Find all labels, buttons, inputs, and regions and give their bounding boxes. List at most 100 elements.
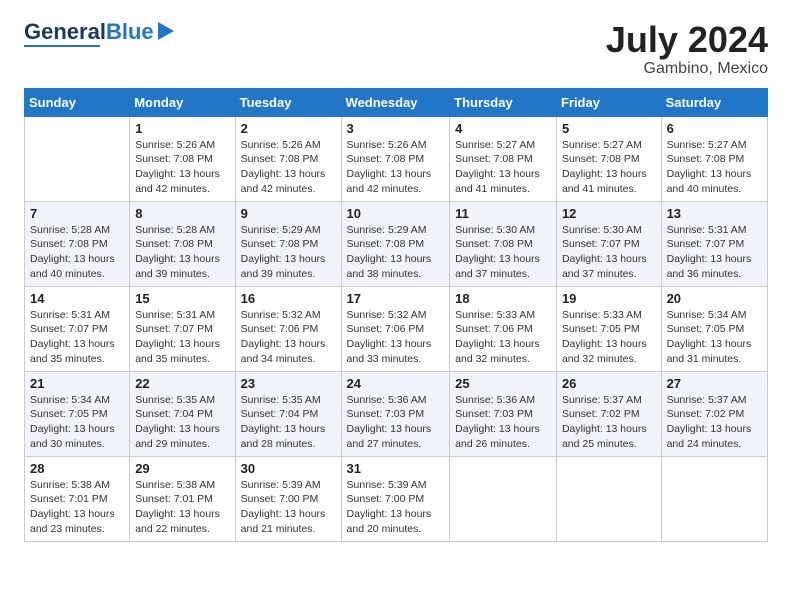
day-info: Sunrise: 5:30 AMSunset: 7:07 PMDaylight:…	[562, 223, 656, 282]
table-row: 6Sunrise: 5:27 AMSunset: 7:08 PMDaylight…	[661, 116, 767, 201]
logo: GeneralBlue	[24, 20, 174, 47]
header-monday: Monday	[130, 88, 235, 116]
day-number: 5	[562, 121, 656, 136]
day-info: Sunrise: 5:32 AMSunset: 7:06 PMDaylight:…	[347, 308, 445, 367]
table-row: 7 Sunrise: 5:28 AMSunset: 7:08 PMDaylight…	[25, 201, 130, 286]
day-number: 22	[135, 376, 229, 391]
table-row: 8Sunrise: 5:28 AMSunset: 7:08 PMDaylight…	[130, 201, 235, 286]
calendar-week-row: 28Sunrise: 5:38 AMSunset: 7:01 PMDayligh…	[25, 456, 768, 541]
table-row	[450, 456, 557, 541]
table-row: 9 Sunrise: 5:29 AMSunset: 7:08 PMDaylight…	[235, 201, 341, 286]
day-info: Sunrise: 5:26 AMSunset: 7:08 PMDaylight:…	[347, 138, 445, 197]
table-row: 18 Sunrise: 5:33 AMSunset: 7:06 PMDayligh…	[450, 286, 557, 371]
day-info: Sunrise: 5:34 AMSunset: 7:05 PMDaylight:…	[30, 393, 124, 452]
table-row: 14 Sunrise: 5:31 AMSunset: 7:07 PMDayligh…	[25, 286, 130, 371]
logo-underline	[24, 45, 100, 47]
calendar-week-row: 21 Sunrise: 5:34 AMSunset: 7:05 PMDayligh…	[25, 371, 768, 456]
table-row: 3 Sunrise: 5:26 AMSunset: 7:08 PMDaylight…	[341, 116, 450, 201]
day-number: 13	[667, 206, 762, 221]
calendar-table: Sunday Monday Tuesday Wednesday Thursday…	[24, 88, 768, 542]
table-row: 31 Sunrise: 5:39 AMSunset: 7:00 PMDayligh…	[341, 456, 450, 541]
day-info: Sunrise: 5:35 AMSunset: 7:04 PMDaylight:…	[241, 393, 336, 452]
calendar-week-row: 14 Sunrise: 5:31 AMSunset: 7:07 PMDayligh…	[25, 286, 768, 371]
table-row: 5Sunrise: 5:27 AMSunset: 7:08 PMDaylight…	[556, 116, 661, 201]
day-number: 25	[455, 376, 551, 391]
header-tuesday: Tuesday	[235, 88, 341, 116]
day-number: 11	[455, 206, 551, 221]
table-row: 26 Sunrise: 5:37 AMSunset: 7:02 PMDayligh…	[556, 371, 661, 456]
day-number: 14	[30, 291, 124, 306]
table-row: 29Sunrise: 5:38 AMSunset: 7:01 PMDayligh…	[130, 456, 235, 541]
day-number: 18	[455, 291, 551, 306]
day-number: 15	[135, 291, 229, 306]
table-row: 16 Sunrise: 5:32 AMSunset: 7:06 PMDayligh…	[235, 286, 341, 371]
table-row: 27 Sunrise: 5:37 AMSunset: 7:02 PMDayligh…	[661, 371, 767, 456]
day-info: Sunrise: 5:39 AMSunset: 7:00 PMDaylight:…	[241, 478, 336, 537]
table-row: 21 Sunrise: 5:34 AMSunset: 7:05 PMDayligh…	[25, 371, 130, 456]
table-row: 22Sunrise: 5:35 AMSunset: 7:04 PMDayligh…	[130, 371, 235, 456]
day-info: Sunrise: 5:39 AMSunset: 7:00 PMDaylight:…	[347, 478, 445, 537]
header-saturday: Saturday	[661, 88, 767, 116]
logo-arrow-icon	[158, 22, 174, 40]
day-number: 20	[667, 291, 762, 306]
table-row	[661, 456, 767, 541]
calendar-week-row: 7 Sunrise: 5:28 AMSunset: 7:08 PMDaylight…	[25, 201, 768, 286]
header-sunday: Sunday	[25, 88, 130, 116]
day-number: 1	[135, 121, 229, 136]
table-row: 25 Sunrise: 5:36 AMSunset: 7:03 PMDayligh…	[450, 371, 557, 456]
day-info: Sunrise: 5:37 AMSunset: 7:02 PMDaylight:…	[667, 393, 762, 452]
day-info: Sunrise: 5:36 AMSunset: 7:03 PMDaylight:…	[347, 393, 445, 452]
table-row	[25, 116, 130, 201]
day-info: Sunrise: 5:31 AMSunset: 7:07 PMDaylight:…	[30, 308, 124, 367]
day-number: 12	[562, 206, 656, 221]
day-number: 26	[562, 376, 656, 391]
day-number: 4	[455, 121, 551, 136]
day-number: 2	[241, 121, 336, 136]
day-info: Sunrise: 5:30 AMSunset: 7:08 PMDaylight:…	[455, 223, 551, 282]
day-info: Sunrise: 5:27 AMSunset: 7:08 PMDaylight:…	[455, 138, 551, 197]
day-number: 7	[30, 206, 124, 221]
day-info: Sunrise: 5:38 AMSunset: 7:01 PMDaylight:…	[135, 478, 229, 537]
day-number: 16	[241, 291, 336, 306]
table-row: 24Sunrise: 5:36 AMSunset: 7:03 PMDayligh…	[341, 371, 450, 456]
day-info: Sunrise: 5:26 AMSunset: 7:08 PMDaylight:…	[135, 138, 229, 197]
table-row: 10Sunrise: 5:29 AMSunset: 7:08 PMDayligh…	[341, 201, 450, 286]
header-wednesday: Wednesday	[341, 88, 450, 116]
table-row: 23 Sunrise: 5:35 AMSunset: 7:04 PMDayligh…	[235, 371, 341, 456]
day-number: 10	[347, 206, 445, 221]
day-number: 31	[347, 461, 445, 476]
day-number: 27	[667, 376, 762, 391]
location-subtitle: Gambino, Mexico	[606, 60, 768, 78]
day-number: 30	[241, 461, 336, 476]
table-row: 30 Sunrise: 5:39 AMSunset: 7:00 PMDayligh…	[235, 456, 341, 541]
weekday-header-row: Sunday Monday Tuesday Wednesday Thursday…	[25, 88, 768, 116]
day-info: Sunrise: 5:28 AMSunset: 7:08 PMDaylight:…	[30, 223, 124, 282]
day-info: Sunrise: 5:36 AMSunset: 7:03 PMDaylight:…	[455, 393, 551, 452]
day-info: Sunrise: 5:38 AMSunset: 7:01 PMDaylight:…	[30, 478, 124, 537]
day-info: Sunrise: 5:33 AMSunset: 7:06 PMDaylight:…	[455, 308, 551, 367]
title-block: July 2024 Gambino, Mexico	[606, 20, 768, 78]
logo-text: GeneralBlue	[24, 20, 154, 44]
day-info: Sunrise: 5:27 AMSunset: 7:08 PMDaylight:…	[667, 138, 762, 197]
day-number: 8	[135, 206, 229, 221]
day-number: 23	[241, 376, 336, 391]
table-row: 15Sunrise: 5:31 AMSunset: 7:07 PMDayligh…	[130, 286, 235, 371]
header-friday: Friday	[556, 88, 661, 116]
table-row: 13Sunrise: 5:31 AMSunset: 7:07 PMDayligh…	[661, 201, 767, 286]
page-header: GeneralBlue July 2024 Gambino, Mexico	[24, 20, 768, 78]
day-number: 9	[241, 206, 336, 221]
day-info: Sunrise: 5:33 AMSunset: 7:05 PMDaylight:…	[562, 308, 656, 367]
day-info: Sunrise: 5:29 AMSunset: 7:08 PMDaylight:…	[241, 223, 336, 282]
day-number: 3	[347, 121, 445, 136]
day-number: 19	[562, 291, 656, 306]
calendar-week-row: 1 Sunrise: 5:26 AMSunset: 7:08 PMDaylight…	[25, 116, 768, 201]
day-number: 21	[30, 376, 124, 391]
table-row: 20 Sunrise: 5:34 AMSunset: 7:05 PMDayligh…	[661, 286, 767, 371]
table-row: 4 Sunrise: 5:27 AMSunset: 7:08 PMDaylight…	[450, 116, 557, 201]
table-row: 12 Sunrise: 5:30 AMSunset: 7:07 PMDayligh…	[556, 201, 661, 286]
day-info: Sunrise: 5:34 AMSunset: 7:05 PMDaylight:…	[667, 308, 762, 367]
table-row: 11 Sunrise: 5:30 AMSunset: 7:08 PMDayligh…	[450, 201, 557, 286]
day-info: Sunrise: 5:37 AMSunset: 7:02 PMDaylight:…	[562, 393, 656, 452]
day-info: Sunrise: 5:32 AMSunset: 7:06 PMDaylight:…	[241, 308, 336, 367]
table-row	[556, 456, 661, 541]
